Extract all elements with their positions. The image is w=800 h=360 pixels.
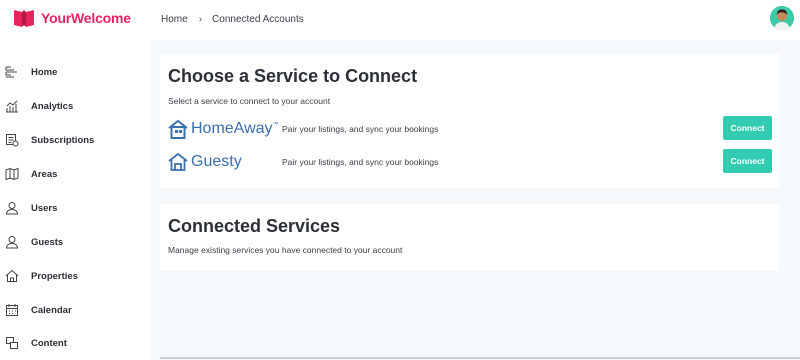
- sidebar-item-label: Subscriptions: [31, 134, 95, 146]
- avatar[interactable]: [770, 6, 794, 30]
- app-logo[interactable]: YourWelcome: [13, 8, 131, 28]
- sidebar-item-areas[interactable]: Areas: [0, 159, 150, 189]
- sidebar-item-subscriptions[interactable]: Subscriptions: [0, 125, 150, 155]
- user-icon: [5, 202, 19, 215]
- sidebar-item-label: Home: [31, 66, 58, 78]
- breadcrumb-separator-icon: ›: [198, 14, 203, 25]
- divider: [160, 357, 800, 359]
- choose-service-title: Choose a Service to Connect: [168, 66, 418, 86]
- home-icon: [5, 66, 17, 78]
- service-row-homeaway: HomeAway ™ Pair your listings, and sync …: [160, 116, 779, 142]
- breadcrumb-home[interactable]: Home: [161, 14, 188, 25]
- calendar-icon: [6, 304, 18, 316]
- app-name: YourWelcome: [41, 10, 131, 26]
- sidebar-item-label: Analytics: [31, 100, 74, 112]
- sidebar-item-properties[interactable]: Properties: [0, 261, 150, 291]
- homeaway-name: HomeAway: [191, 120, 273, 137]
- top-bar: YourWelcome Home › Connected Accounts: [0, 0, 800, 40]
- guest-icon: [5, 236, 19, 249]
- service-row-guesty: Guesty Pair your listings, and sync your…: [160, 149, 779, 175]
- content-icon: [6, 337, 18, 349]
- connected-services-card: Connected Services Manage existing servi…: [160, 204, 779, 271]
- breadcrumb: Home › Connected Accounts: [161, 14, 304, 25]
- analytics-icon: [6, 100, 18, 113]
- connect-guesty-button[interactable]: Connect: [723, 149, 772, 173]
- choose-service-card: Choose a Service to Connect Select a ser…: [160, 54, 779, 188]
- guesty-logo: Guesty: [168, 149, 242, 175]
- avatar-person-icon: [770, 6, 794, 30]
- sidebar-item-calendar[interactable]: Calendar: [0, 295, 150, 325]
- breadcrumb-current: Connected Accounts: [212, 14, 304, 25]
- map-icon: [5, 167, 19, 181]
- homeaway-description: Pair your listings, and sync your bookin…: [282, 124, 439, 134]
- sidebar-item-label: Properties: [31, 270, 78, 282]
- sidebar-item-users[interactable]: Users: [0, 193, 150, 223]
- guesty-name: Guesty: [191, 153, 242, 170]
- choose-service-subtitle: Select a service to connect to your acco…: [168, 96, 331, 106]
- connect-homeaway-button[interactable]: Connect: [723, 116, 772, 140]
- house-icon: [5, 269, 19, 282]
- sidebar-item-label: Users: [31, 202, 58, 214]
- guesty-house-icon: [168, 152, 188, 171]
- sidebar-item-label: Areas: [31, 168, 58, 180]
- sidebar-item-home[interactable]: Home: [0, 57, 150, 87]
- sidebar-item-label: Content: [31, 337, 67, 349]
- sidebar-item-analytics[interactable]: Analytics: [0, 91, 150, 121]
- connected-services-subtitle: Manage existing services you have connec…: [168, 245, 403, 255]
- homeaway-house-icon: [168, 119, 188, 139]
- homeaway-trademark: ™: [272, 122, 279, 128]
- subscriptions-icon: [6, 134, 19, 147]
- sidebar-item-content[interactable]: Content: [0, 328, 150, 358]
- sidebar-item-guests[interactable]: Guests: [0, 227, 150, 257]
- book-logo-icon: [14, 10, 34, 27]
- sidebar-item-label: Calendar: [31, 304, 72, 316]
- sidebar: Home Analytics Subscriptions Areas Users: [0, 40, 150, 360]
- homeaway-logo: HomeAway ™: [168, 116, 279, 142]
- guesty-description: Pair your listings, and sync your bookin…: [282, 157, 439, 167]
- connected-services-title: Connected Services: [168, 216, 341, 236]
- sidebar-item-label: Guests: [31, 236, 64, 248]
